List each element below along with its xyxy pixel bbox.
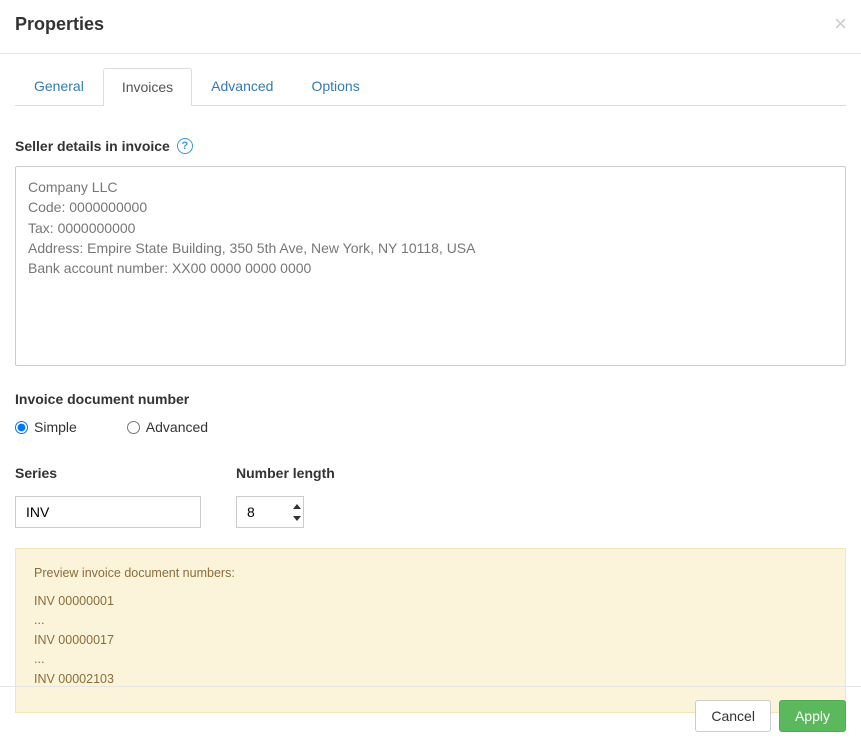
docnum-section: Invoice document number Simple Advanced … bbox=[15, 369, 846, 713]
seller-details-label-text: Seller details in invoice bbox=[15, 138, 170, 154]
help-icon[interactable]: ? bbox=[177, 138, 193, 154]
preview-sep-1: ... bbox=[34, 612, 827, 630]
preview-title: Preview invoice document numbers: bbox=[34, 565, 827, 583]
tabs-container: General Invoices Advanced Options bbox=[15, 54, 846, 106]
cancel-button[interactable]: Cancel bbox=[695, 700, 771, 732]
modal-body: General Invoices Advanced Options Seller… bbox=[0, 54, 861, 713]
apply-button[interactable]: Apply bbox=[779, 700, 846, 732]
tab-general[interactable]: General bbox=[15, 67, 103, 105]
modal-title: Properties bbox=[15, 14, 846, 35]
tab-invoices[interactable]: Invoices bbox=[103, 68, 192, 106]
docnum-label: Invoice document number bbox=[15, 391, 189, 407]
series-label: Series bbox=[15, 465, 201, 481]
numlen-label: Number length bbox=[236, 465, 335, 481]
docnum-mode-advanced[interactable]: Advanced bbox=[127, 419, 208, 435]
seller-details-textarea[interactable] bbox=[15, 166, 846, 366]
close-icon[interactable]: × bbox=[834, 13, 847, 35]
spinner-down-icon[interactable] bbox=[291, 513, 302, 523]
seller-details-section: Seller details in invoice ? bbox=[15, 106, 846, 369]
radio-simple[interactable] bbox=[15, 421, 28, 434]
radio-simple-label: Simple bbox=[34, 419, 77, 435]
radio-advanced-label: Advanced bbox=[146, 419, 208, 435]
numlen-col: Number length bbox=[236, 465, 335, 528]
series-col: Series bbox=[15, 465, 201, 528]
preview-line-1: INV 00000001 bbox=[34, 593, 827, 611]
spinner-up-icon[interactable] bbox=[291, 501, 302, 511]
tab-options[interactable]: Options bbox=[292, 67, 378, 105]
modal-header: Properties × bbox=[0, 0, 861, 53]
docnum-mode-group: Simple Advanced bbox=[15, 419, 846, 435]
series-numlen-row: Series Number length bbox=[15, 465, 846, 528]
docnum-mode-simple[interactable]: Simple bbox=[15, 419, 77, 435]
preview-sep-2: ... bbox=[34, 651, 827, 669]
modal-footer: Cancel Apply bbox=[0, 686, 861, 745]
tab-advanced[interactable]: Advanced bbox=[192, 67, 292, 105]
series-input[interactable] bbox=[15, 496, 201, 528]
preview-line-2: INV 00000017 bbox=[34, 632, 827, 650]
numlen-input-wrap bbox=[236, 496, 304, 528]
radio-advanced[interactable] bbox=[127, 421, 140, 434]
seller-details-label: Seller details in invoice ? bbox=[15, 138, 193, 154]
preview-title-text: Preview invoice document numbers bbox=[34, 566, 231, 580]
tabs: General Invoices Advanced Options bbox=[15, 67, 846, 106]
